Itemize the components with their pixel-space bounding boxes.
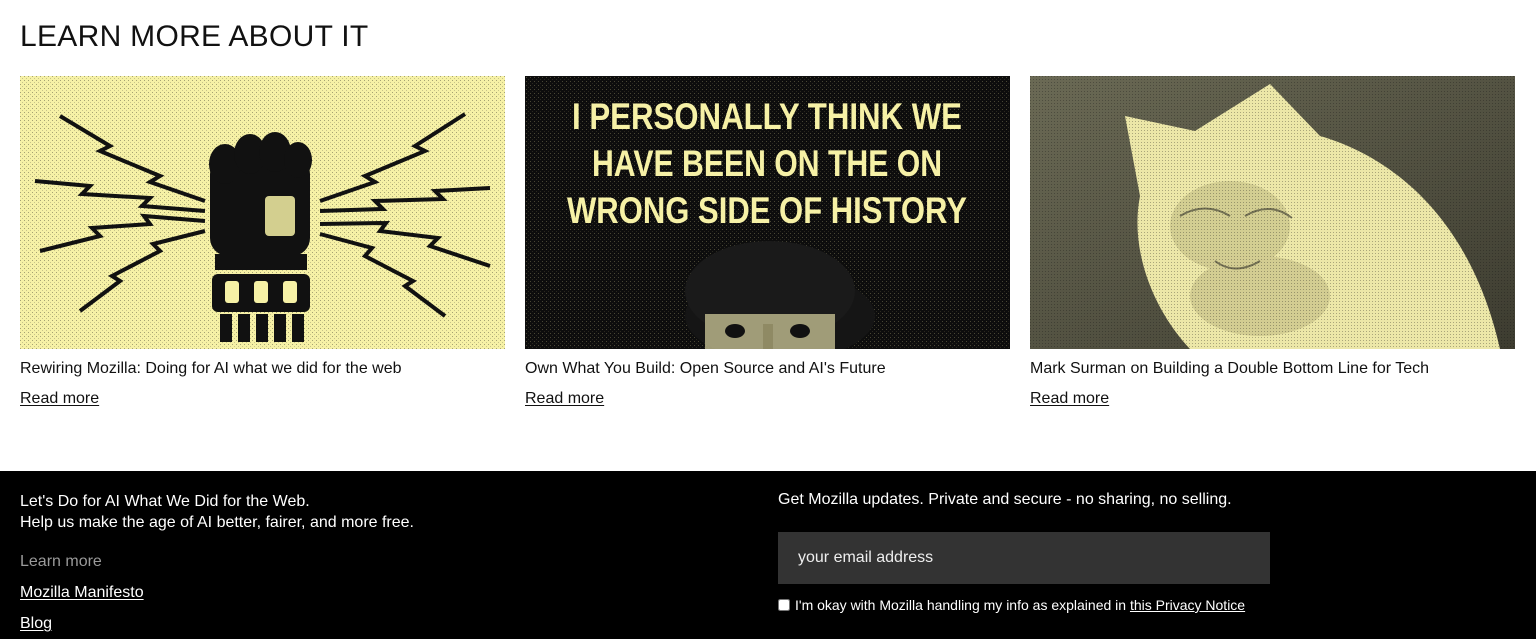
- consent-text: I'm okay with Mozilla handling my info a…: [795, 595, 1245, 615]
- article-card: I PERSONALLY THINK WE HAVE BEEN ON THE O…: [525, 76, 1010, 408]
- poster-line-1: I PERSONALLY THINK WE: [572, 96, 962, 137]
- blog-link[interactable]: Blog: [20, 615, 52, 633]
- read-more-link[interactable]: Read more: [525, 390, 604, 408]
- section-title: LEARN MORE ABOUT IT: [20, 20, 369, 53]
- consent-label: I'm okay with Mozilla handling my info a…: [795, 597, 1130, 613]
- site-footer: Let's Do for AI What We Did for the Web.…: [0, 471, 1536, 639]
- tagline-line-1: Let's Do for AI What We Did for the Web.: [20, 493, 310, 510]
- learn-more-heading: Learn more: [20, 553, 102, 570]
- article-card: Rewiring Mozilla: Doing for AI what we d…: [20, 76, 505, 408]
- quote-poster-image[interactable]: I PERSONALLY THINK WE HAVE BEEN ON THE O…: [525, 76, 1010, 349]
- footer-tagline: Let's Do for AI What We Did for the Web.…: [20, 491, 414, 533]
- email-input[interactable]: [778, 532, 1270, 584]
- mozilla-manifesto-link[interactable]: Mozilla Manifesto: [20, 584, 144, 602]
- poster-line-2: HAVE BEEN ON THE ON: [592, 143, 942, 184]
- article-cards: Rewiring Mozilla: Doing for AI what we d…: [20, 76, 1516, 408]
- article-title[interactable]: Own What You Build: Open Source and AI's…: [525, 359, 1010, 379]
- cat-photo-image[interactable]: [1030, 76, 1515, 349]
- read-more-link[interactable]: Read more: [20, 390, 99, 408]
- article-title[interactable]: Mark Surman on Building a Double Bottom …: [1030, 359, 1515, 379]
- fist-shape: [209, 132, 312, 342]
- privacy-notice-link[interactable]: this Privacy Notice: [1130, 597, 1245, 613]
- article-card: Mark Surman on Building a Double Bottom …: [1030, 76, 1515, 408]
- tagline-line-2: Help us make the age of AI better, faire…: [20, 514, 414, 531]
- read-more-link[interactable]: Read more: [1030, 390, 1109, 408]
- raised-fist-image[interactable]: [20, 76, 505, 349]
- newsletter-heading: Get Mozilla updates. Private and secure …: [778, 491, 1232, 508]
- privacy-consent-checkbox[interactable]: [778, 599, 790, 611]
- article-title[interactable]: Rewiring Mozilla: Doing for AI what we d…: [20, 359, 505, 379]
- privacy-consent[interactable]: I'm okay with Mozilla handling my info a…: [778, 595, 1248, 615]
- poster-line-3: WRONG SIDE OF HISTORY: [567, 190, 967, 231]
